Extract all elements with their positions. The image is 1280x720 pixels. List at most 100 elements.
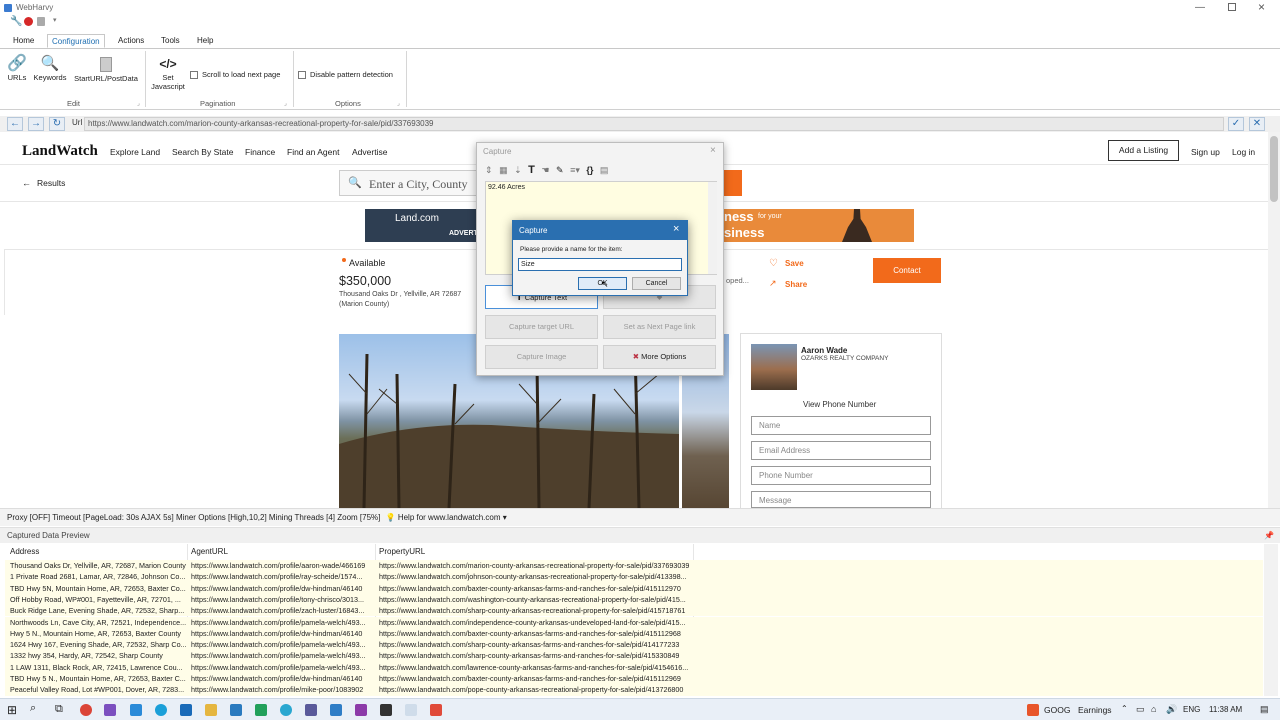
contact-button[interactable]: Contact [873, 258, 941, 283]
table-row[interactable]: 1 Private Road 2681, Lamar, AR, 72846, J… [5, 571, 1263, 583]
table-row[interactable]: 1 LAW 1311, Black Rock, AR, 72415, Lawre… [5, 661, 1263, 673]
tab-configuration[interactable]: Configuration [47, 34, 105, 48]
url-input[interactable]: https://www.landwatch.com/marion-county-… [84, 117, 1224, 131]
scrollbar-thumb[interactable] [1270, 136, 1278, 202]
more-options-button[interactable]: ✖ More Options [603, 345, 716, 369]
webharvy-taskbar-icon[interactable] [405, 704, 417, 716]
table-row[interactable]: 1624 Hwy 167, Evening Shade, AR, 72532, … [5, 639, 1263, 651]
language-indicator[interactable]: ENG [1183, 705, 1200, 714]
hand-icon[interactable]: ☚ [541, 165, 549, 175]
back-arrow-icon[interactable]: ← [22, 178, 31, 188]
tab-tools[interactable]: Tools [157, 34, 184, 48]
nav-find-agent[interactable]: Find an Agent [287, 147, 339, 157]
landwatch-logo[interactable]: LandWatch [22, 143, 98, 160]
starturl-button[interactable]: StartURL/PostData [72, 55, 140, 83]
minimize-button[interactable]: — [1195, 2, 1205, 13]
search-icon[interactable]: ⌕ [30, 702, 36, 715]
outlook-icon[interactable] [180, 704, 192, 716]
stop-icon[interactable] [24, 17, 33, 26]
name-field[interactable]: Name [751, 416, 931, 435]
store-icon[interactable] [230, 704, 242, 716]
login-link[interactable]: Log in [1232, 147, 1255, 157]
ad-banner-right[interactable]: ness for your siness [724, 209, 914, 242]
capture-image-button[interactable]: Capture Image [485, 345, 598, 369]
add-listing-button[interactable]: Add a Listing [1108, 140, 1179, 161]
nav-advertise[interactable]: Advertise [352, 147, 387, 157]
heart-icon[interactable]: ♡ [769, 258, 778, 269]
table-row[interactable]: 1332 hwy 354, Hardy, AR, 72542, Sharp Co… [5, 650, 1263, 662]
nav-explore-land[interactable]: Explore Land [110, 147, 160, 157]
volume-icon[interactable]: 🔊 [1166, 704, 1177, 715]
pencil-icon[interactable]: ✎ [556, 165, 564, 175]
agent-name[interactable]: Aaron Wade [801, 346, 847, 355]
email-field[interactable]: Email Address [751, 441, 931, 460]
results-link[interactable]: Results [37, 178, 65, 188]
nav-finance[interactable]: Finance [245, 147, 275, 157]
phone-field[interactable]: Phone Number [751, 466, 931, 485]
grid-icon[interactable]: ▦ [499, 165, 508, 175]
help-link[interactable]: Help for www.landwatch.com [398, 513, 501, 522]
table-scrollbar[interactable] [1264, 544, 1278, 696]
vscode-icon[interactable] [130, 704, 142, 716]
table-row[interactable]: Buck Ridge Lane, Evening Shade, AR, 7253… [5, 605, 1263, 617]
signup-link[interactable]: Sign up [1191, 147, 1220, 157]
braces-icon[interactable]: {} [586, 165, 593, 175]
column-header-address[interactable]: Address [10, 544, 39, 560]
app-icon[interactable] [305, 704, 317, 716]
preview-scrollbar[interactable] [708, 182, 717, 274]
refresh-button[interactable]: ↻ [49, 117, 65, 131]
search-button[interactable] [724, 170, 742, 196]
dialog-launcher-icon[interactable]: ⌟ [397, 100, 400, 107]
ad-banner-left[interactable]: Land.com ADVERT [365, 209, 478, 242]
pin-icon[interactable]: 📌 [1264, 528, 1274, 544]
column-header-agenturl[interactable]: AgentURL [191, 544, 228, 560]
maximize-button[interactable] [1228, 3, 1236, 11]
item-name-dialog-close[interactable]: × [673, 223, 679, 235]
dropdown-icon[interactable]: ▾ [53, 16, 57, 24]
battery-icon[interactable]: ▭ [1136, 704, 1145, 715]
text-icon[interactable]: T [528, 164, 535, 176]
lock-icon[interactable] [37, 17, 45, 26]
windows-start-icon[interactable]: ⊞ [7, 703, 17, 717]
dialog-launcher-icon[interactable]: ⌟ [284, 100, 287, 107]
list-icon[interactable]: ≡▾ [570, 165, 580, 175]
cancel-button[interactable]: Cancel [632, 277, 681, 290]
capture-dialog-close[interactable]: × [710, 145, 716, 156]
network-icon[interactable]: ⌂ [1151, 704, 1156, 714]
table-icon[interactable]: ▤ [600, 165, 609, 175]
nav-search-by-state[interactable]: Search By State [172, 147, 233, 157]
search-input[interactable]: Enter a City, County [369, 177, 468, 192]
app-icon[interactable] [380, 704, 392, 716]
chrome-icon[interactable] [80, 704, 92, 716]
chevron-up-icon[interactable]: ⌃ [1121, 704, 1128, 713]
share-link[interactable]: Share [785, 280, 807, 289]
recorder-icon[interactable] [430, 704, 442, 716]
capture-target-url-button[interactable]: Capture target URL [485, 315, 598, 339]
back-button[interactable]: ← [7, 117, 23, 131]
close-button[interactable]: × [1258, 0, 1265, 14]
table-row[interactable]: TBD Hwy 5N, Mountain Home, AR, 72653, Ba… [5, 582, 1263, 594]
stop-button[interactable]: ✕ [1249, 117, 1265, 131]
tab-home[interactable]: Home [9, 34, 38, 48]
keywords-button[interactable]: 🔍 Keywords [31, 55, 69, 82]
chevron-down-icon[interactable]: ▾ [503, 513, 507, 522]
table-row[interactable]: Thousand Oaks Dr, Yellville, AR, 72687, … [5, 560, 1263, 572]
stock-ticker[interactable]: GOOG [1044, 705, 1070, 715]
item-name-input[interactable]: Size [518, 258, 682, 271]
share-icon[interactable]: ↗ [769, 278, 777, 289]
set-javascript-button[interactable]: </> Set Javascript [148, 55, 188, 91]
expand-icon[interactable]: ⇕ [485, 165, 493, 175]
urls-button[interactable]: 🔗 URLs [5, 55, 29, 82]
browser-scrollbar[interactable] [1268, 132, 1280, 508]
search-box[interactable]: 🔍 Enter a City, County [339, 170, 489, 196]
excel-icon[interactable] [255, 704, 267, 716]
table-row[interactable]: Off Hobby Road, WP#001, Fayetteville, AR… [5, 593, 1263, 606]
wrench-icon[interactable]: 🔧 [10, 16, 22, 27]
message-field[interactable]: Message [751, 491, 931, 508]
set-next-page-button[interactable]: Set as Next Page link [603, 315, 716, 339]
stock-earnings[interactable]: Earnings [1078, 705, 1112, 715]
clock[interactable]: 11:38 AM [1209, 705, 1242, 714]
scroll-checkbox[interactable]: Scroll to load next page [190, 70, 280, 79]
disable-pattern-checkbox[interactable]: Disable pattern detection [298, 70, 393, 79]
table-row[interactable]: TBD Hwy 5 N., Mountain Home, AR, 72653, … [5, 673, 1263, 685]
